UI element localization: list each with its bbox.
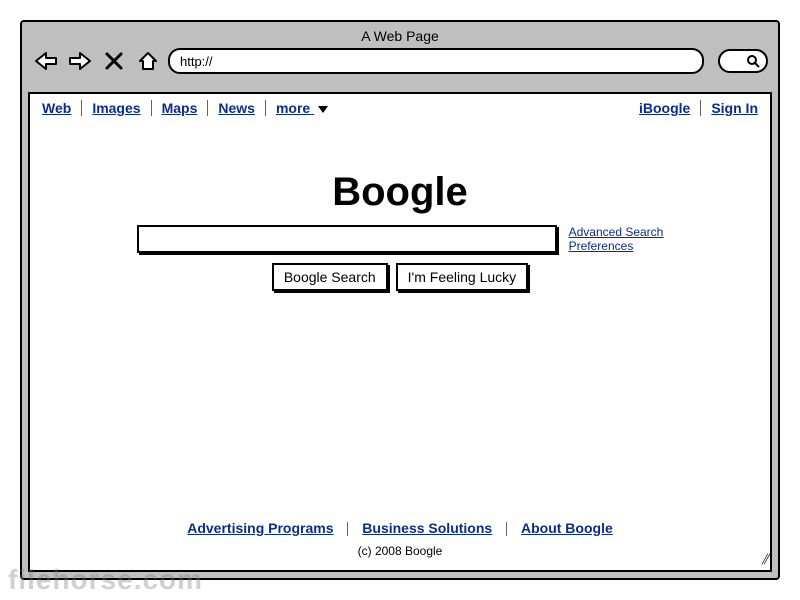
nav-more[interactable]: more [274,100,330,116]
lucky-button[interactable]: I'm Feeling Lucky [396,263,529,291]
nav-sep [151,100,152,116]
search-row: Advanced Search Preferences [30,225,770,253]
link-advertising[interactable]: Advertising Programs [187,520,333,536]
url-input[interactable]: http:// [168,48,704,74]
search-button[interactable]: Boogle Search [272,263,388,291]
nav-signin[interactable]: Sign In [709,100,760,116]
top-nav: Web Images Maps News more iBoogle Sign I… [30,94,770,122]
link-advanced-search[interactable]: Advanced Search [569,225,664,239]
brand-logo: Boogle [30,170,770,215]
copyright-text: (c) 2008 Boogle [30,544,770,558]
nav-images[interactable]: Images [90,100,142,116]
resize-grip-icon[interactable]: ⫽ [762,551,768,568]
link-business[interactable]: Business Solutions [362,520,492,536]
browser-window: A Web Page http:// Web Images Maps [20,20,780,580]
footer-links: Advertising Programs Business Solutions … [30,520,770,536]
home-icon[interactable] [134,49,162,73]
nav-sep [265,100,266,116]
back-icon[interactable] [32,49,60,73]
nav-sep [207,100,208,116]
nav-sep [700,100,701,116]
side-links: Advanced Search Preferences [569,225,664,253]
link-about[interactable]: About Boogle [521,520,613,536]
nav-web[interactable]: Web [40,100,73,116]
nav-left: Web Images Maps News more [40,100,330,116]
footer-sep [506,522,507,536]
window-title: A Web Page [22,22,778,48]
main-area: Boogle Advanced Search Preferences Boogl… [30,122,770,291]
chevron-down-icon [318,106,328,113]
link-preferences[interactable]: Preferences [569,239,664,253]
search-pill[interactable] [718,49,768,73]
nav-right: iBoogle Sign In [637,100,760,116]
forward-icon[interactable] [66,49,94,73]
nav-news[interactable]: News [216,100,257,116]
nav-maps[interactable]: Maps [160,100,200,116]
footer: Advertising Programs Business Solutions … [30,520,770,558]
nav-iboogle[interactable]: iBoogle [637,100,692,116]
url-text: http:// [180,54,213,69]
page-content: Web Images Maps News more iBoogle Sign I… [28,92,772,572]
stop-icon[interactable] [100,49,128,73]
search-input[interactable] [137,225,557,253]
browser-toolbar: http:// [22,48,778,82]
magnifier-icon [746,54,760,68]
nav-sep [81,100,82,116]
button-row: Boogle Search I'm Feeling Lucky [30,263,770,291]
footer-sep [347,522,348,536]
